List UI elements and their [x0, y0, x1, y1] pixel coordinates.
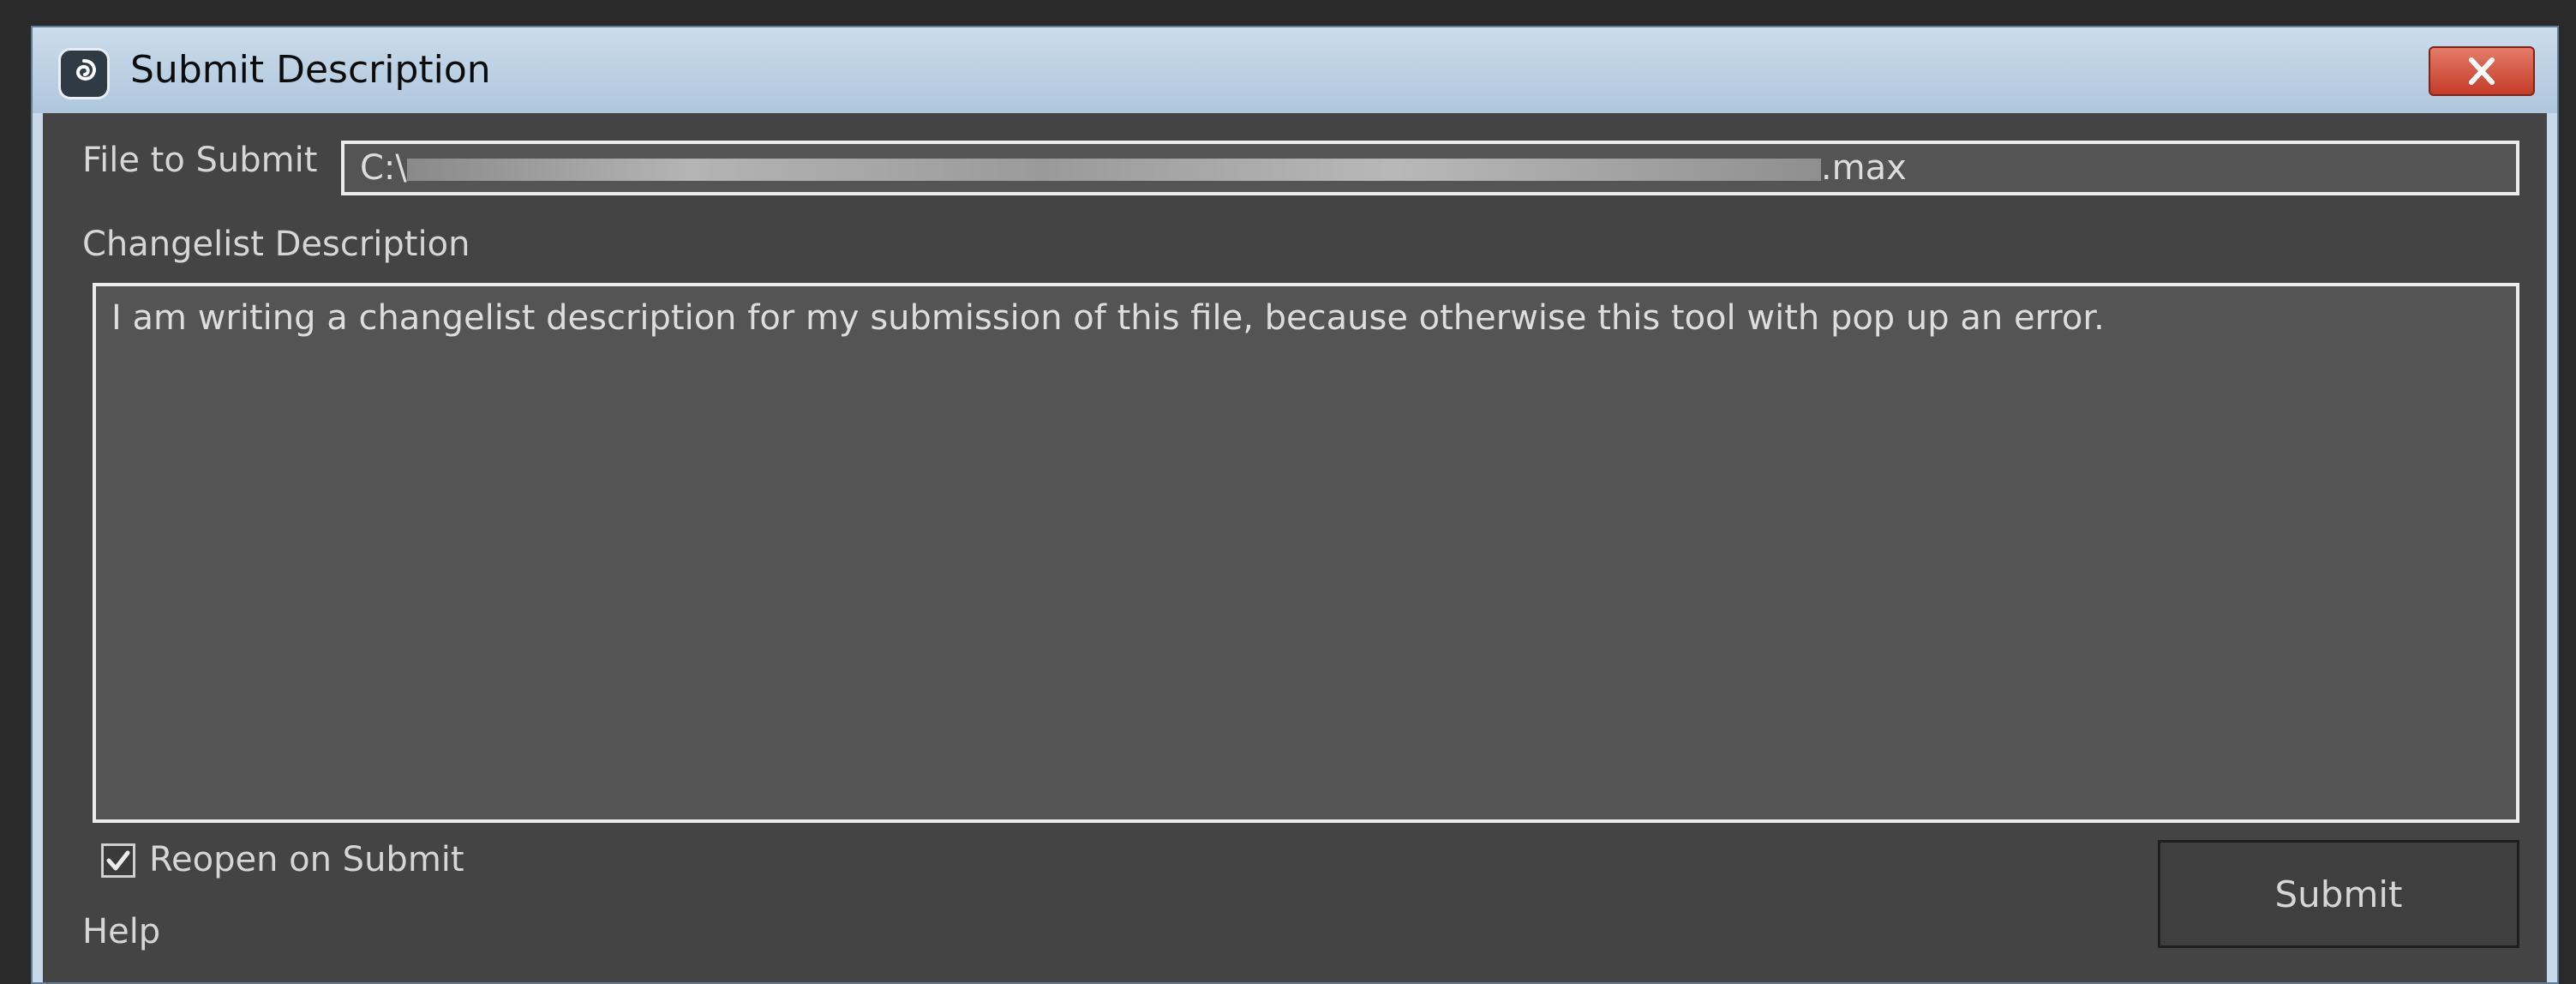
file-to-submit-label: File to Submit: [82, 141, 318, 180]
file-path-prefix: C:\: [360, 148, 407, 188]
file-path-suffix: .max: [1820, 148, 1907, 188]
window-title: Submit Description: [130, 48, 491, 92]
help-link[interactable]: Help: [82, 910, 160, 953]
submit-button[interactable]: Submit: [2158, 840, 2519, 948]
checkmark-icon: [106, 850, 130, 871]
submit-description-dialog: Submit Description File to Submit C:\ .ma…: [31, 26, 2559, 984]
redacted-path-segment: [406, 159, 1821, 181]
changelist-description-textarea[interactable]: I am writing a changelist description fo…: [93, 283, 2519, 823]
close-icon: [2469, 57, 2495, 85]
title-bar[interactable]: Submit Description: [33, 27, 2557, 113]
reopen-on-submit-label[interactable]: Reopen on Submit: [149, 838, 464, 881]
app-logo-icon: [58, 48, 110, 99]
changelist-description-label: Changelist Description: [82, 225, 470, 264]
reopen-on-submit-checkbox[interactable]: [101, 843, 135, 878]
dialog-body: File to Submit C:\ .max Changelist Descri…: [43, 113, 2547, 982]
file-path-field[interactable]: C:\ .max: [341, 141, 2519, 195]
close-button[interactable]: [2429, 46, 2535, 96]
